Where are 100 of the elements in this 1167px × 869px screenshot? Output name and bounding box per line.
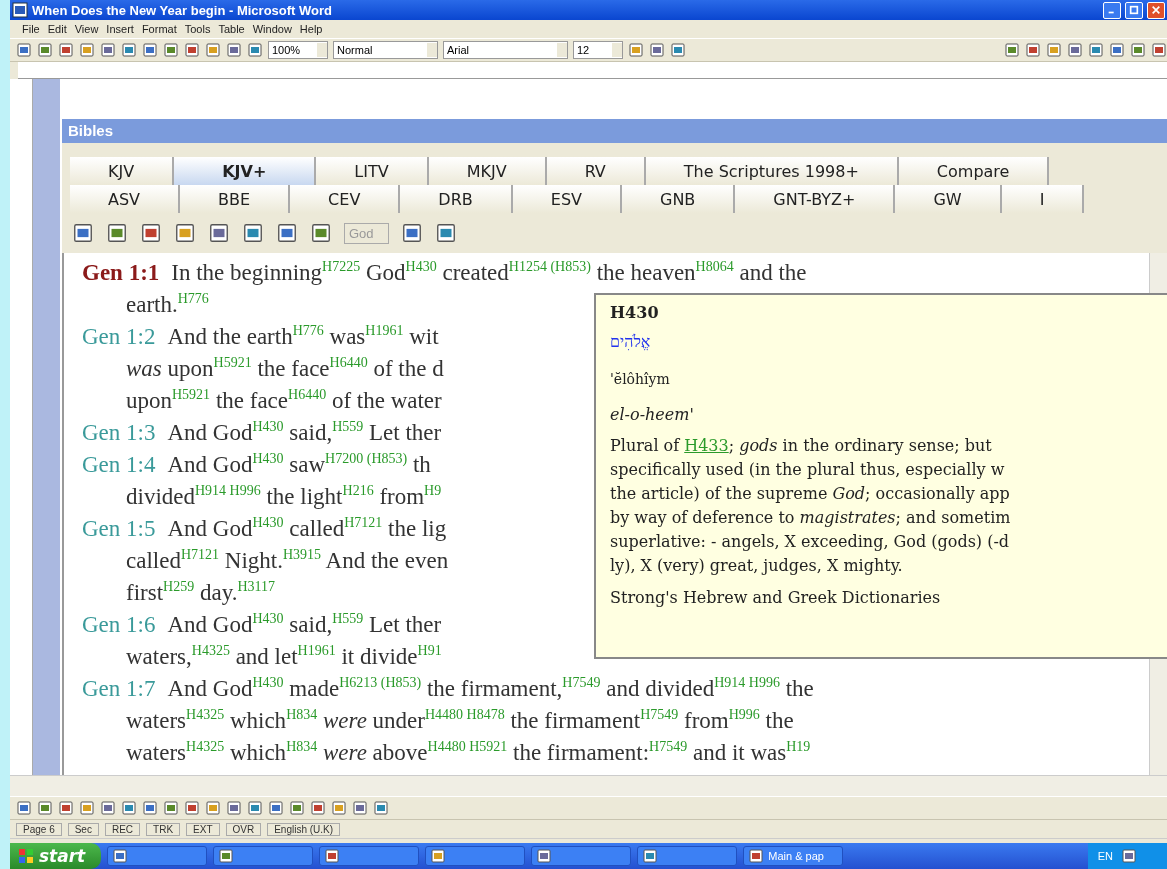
menu-item[interactable]: Insert — [106, 23, 134, 35]
toolbar-icon[interactable] — [1109, 42, 1125, 58]
drawing-tool-icon[interactable] — [310, 800, 326, 816]
bible-tab[interactable]: RV — [546, 157, 646, 185]
horizontal-scrollbar[interactable] — [10, 775, 1167, 796]
menu-item[interactable]: Format — [141, 23, 177, 35]
menu-item[interactable]: Table — [218, 23, 245, 35]
drawing-tool-icon[interactable] — [16, 800, 32, 816]
program-icon — [748, 848, 765, 864]
drawing-tool-icon[interactable] — [289, 800, 305, 816]
menu-item[interactable]: Help — [299, 23, 323, 35]
toolbar-icon[interactable] — [276, 222, 298, 244]
verse-text: waters$^{H4325}$ which$^{H834}$ were under$^{H4480 H8478}$ the firmament$^{H7549}$ from$^{H996}$ the — [126, 708, 794, 733]
taskbar-button[interactable] — [531, 846, 632, 866]
menu-item[interactable]: Tools — [184, 23, 211, 35]
toolbar-icon[interactable] — [142, 42, 158, 58]
menu-item[interactable]: File — [22, 23, 40, 35]
word-document-icon — [12, 2, 28, 18]
bible-tab[interactable]: GNB — [622, 185, 736, 213]
drawing-tool-icon[interactable] — [121, 800, 137, 816]
definition-text: Plural of H433; gods in the ordinary sense; but specifically used (in the plural thus, especially w the article) of the supreme God; occasionally app by way of deference to magistrates; and sometim superlative: - angels, X exceeding, God (gods) (-d ly), X (very) great, judges, X mighty. — [610, 435, 1012, 577]
bible-tab[interactable]: I — [1001, 185, 1085, 213]
entry-link[interactable]: H433 — [684, 436, 729, 455]
verse-reference[interactable]: Gen 1:1 — [82, 260, 160, 285]
drawing-tool-icon[interactable] — [331, 800, 347, 816]
verse-text: waters,$^{H4325}$ and let$^{H1961}$ it divide$^{H91}$ — [126, 644, 442, 669]
toolbar-icon[interactable] — [1004, 42, 1020, 58]
menu-item[interactable]: Edit — [47, 23, 67, 35]
style-dropdown[interactable]: Normal — [333, 41, 438, 59]
bible-tab[interactable]: MKJV — [428, 157, 547, 185]
taskbar-button[interactable] — [425, 846, 526, 866]
taskbar-button[interactable] — [319, 846, 420, 866]
toolbar-icon[interactable] — [140, 222, 162, 244]
menu-item[interactable]: Window — [252, 23, 292, 35]
font-dropdown[interactable]: Arial — [443, 41, 568, 59]
drawing-tool-icon[interactable] — [79, 800, 95, 816]
zoom-dropdown[interactable]: 100% — [268, 41, 328, 59]
verse-text: And God$^{H430}$ called$^{H7121}$ the lig — [167, 516, 447, 541]
bible-tab[interactable]: The Scriptures 1998+ — [645, 157, 899, 185]
drawing-tool-icon[interactable] — [163, 800, 179, 816]
toolbar-icon[interactable] — [310, 222, 332, 244]
minimize-button[interactable] — [1103, 1, 1121, 19]
toolbar-icon[interactable] — [16, 42, 32, 58]
drawing-tool-icon[interactable] — [247, 800, 263, 816]
toolbar-icon[interactable] — [1088, 42, 1104, 58]
drawing-tool-icon[interactable] — [205, 800, 221, 816]
drawing-tool-icon[interactable] — [100, 800, 116, 816]
flag-icon — [18, 848, 34, 864]
transliteration: 'ĕlôhîym — [610, 371, 671, 387]
taskbar-button[interactable] — [107, 846, 208, 866]
toolbar-icon[interactable] — [100, 42, 116, 58]
toolbar-icon[interactable] — [1151, 42, 1167, 58]
toolbar-icon[interactable] — [106, 222, 128, 244]
font-size-dropdown[interactable]: 12 — [573, 41, 623, 59]
maximize-button[interactable] — [1125, 1, 1143, 19]
verse-text: first$^{H259}$ day.$^{H3117}$ — [126, 580, 275, 605]
bible-tab[interactable]: CEV — [290, 185, 401, 213]
bible-tab[interactable]: DRB — [400, 185, 513, 213]
drawing-tool-icon[interactable] — [226, 800, 242, 816]
bible-tab[interactable]: GW — [895, 185, 1002, 213]
verse-text: upon$^{H5921}$ the face$^{H6440}$ of the water — [126, 388, 442, 413]
toolbar-icon[interactable] — [226, 42, 242, 58]
bible-tab[interactable]: LITV — [316, 157, 429, 185]
bible-tab[interactable]: KJV — [70, 157, 175, 185]
toolbar-icon[interactable] — [72, 222, 94, 244]
drawing-tool-icon[interactable] — [373, 800, 389, 816]
bible-tab[interactable]: KJV+ — [174, 157, 317, 185]
close-button[interactable] — [1147, 1, 1165, 19]
toolbar-icon[interactable] — [242, 222, 264, 244]
menu-item[interactable]: View — [74, 23, 99, 35]
toolbar-icon[interactable] — [58, 42, 74, 58]
toolbar-icon[interactable] — [208, 222, 230, 244]
drawing-tool-icon[interactable] — [142, 800, 158, 816]
bible-tab[interactable]: ESV — [512, 185, 622, 213]
taskbar-button[interactable] — [213, 846, 314, 866]
toolbar-icon[interactable] — [247, 42, 263, 58]
drawing-tool-icon[interactable] — [352, 800, 368, 816]
drawing-tool-icon[interactable] — [58, 800, 74, 816]
program-icon — [642, 848, 659, 864]
bible-tab[interactable]: ASV — [70, 185, 181, 213]
close-icon — [1151, 5, 1161, 15]
toolbar-icon[interactable] — [1067, 42, 1083, 58]
bible-tab[interactable]: BBE — [180, 185, 291, 213]
status-item: Page 6 — [16, 822, 62, 836]
toolbar-icon[interactable] — [1130, 42, 1146, 58]
bible-tab[interactable]: Compare — [898, 157, 1050, 185]
taskbar-button[interactable]: Main & pap — [743, 846, 844, 866]
toolbar-icon[interactable] — [1025, 42, 1041, 58]
toolbar-icon[interactable] — [37, 42, 53, 58]
toolbar-icon[interactable] — [184, 42, 200, 58]
toolbar-icon[interactable] — [121, 42, 137, 58]
drawing-tool-icon[interactable] — [184, 800, 200, 816]
taskbar-button[interactable] — [637, 846, 738, 866]
drawing-tool-icon[interactable] — [37, 800, 53, 816]
status-item: English (U.K) — [267, 822, 341, 836]
toolbar-icon[interactable] — [163, 42, 179, 58]
bible-tab[interactable]: GNT-BYZ+ — [735, 185, 896, 213]
drawing-tool-icon[interactable] — [268, 800, 284, 816]
toolbar-icon[interactable] — [174, 222, 196, 244]
tray-icon[interactable] — [1121, 848, 1137, 864]
